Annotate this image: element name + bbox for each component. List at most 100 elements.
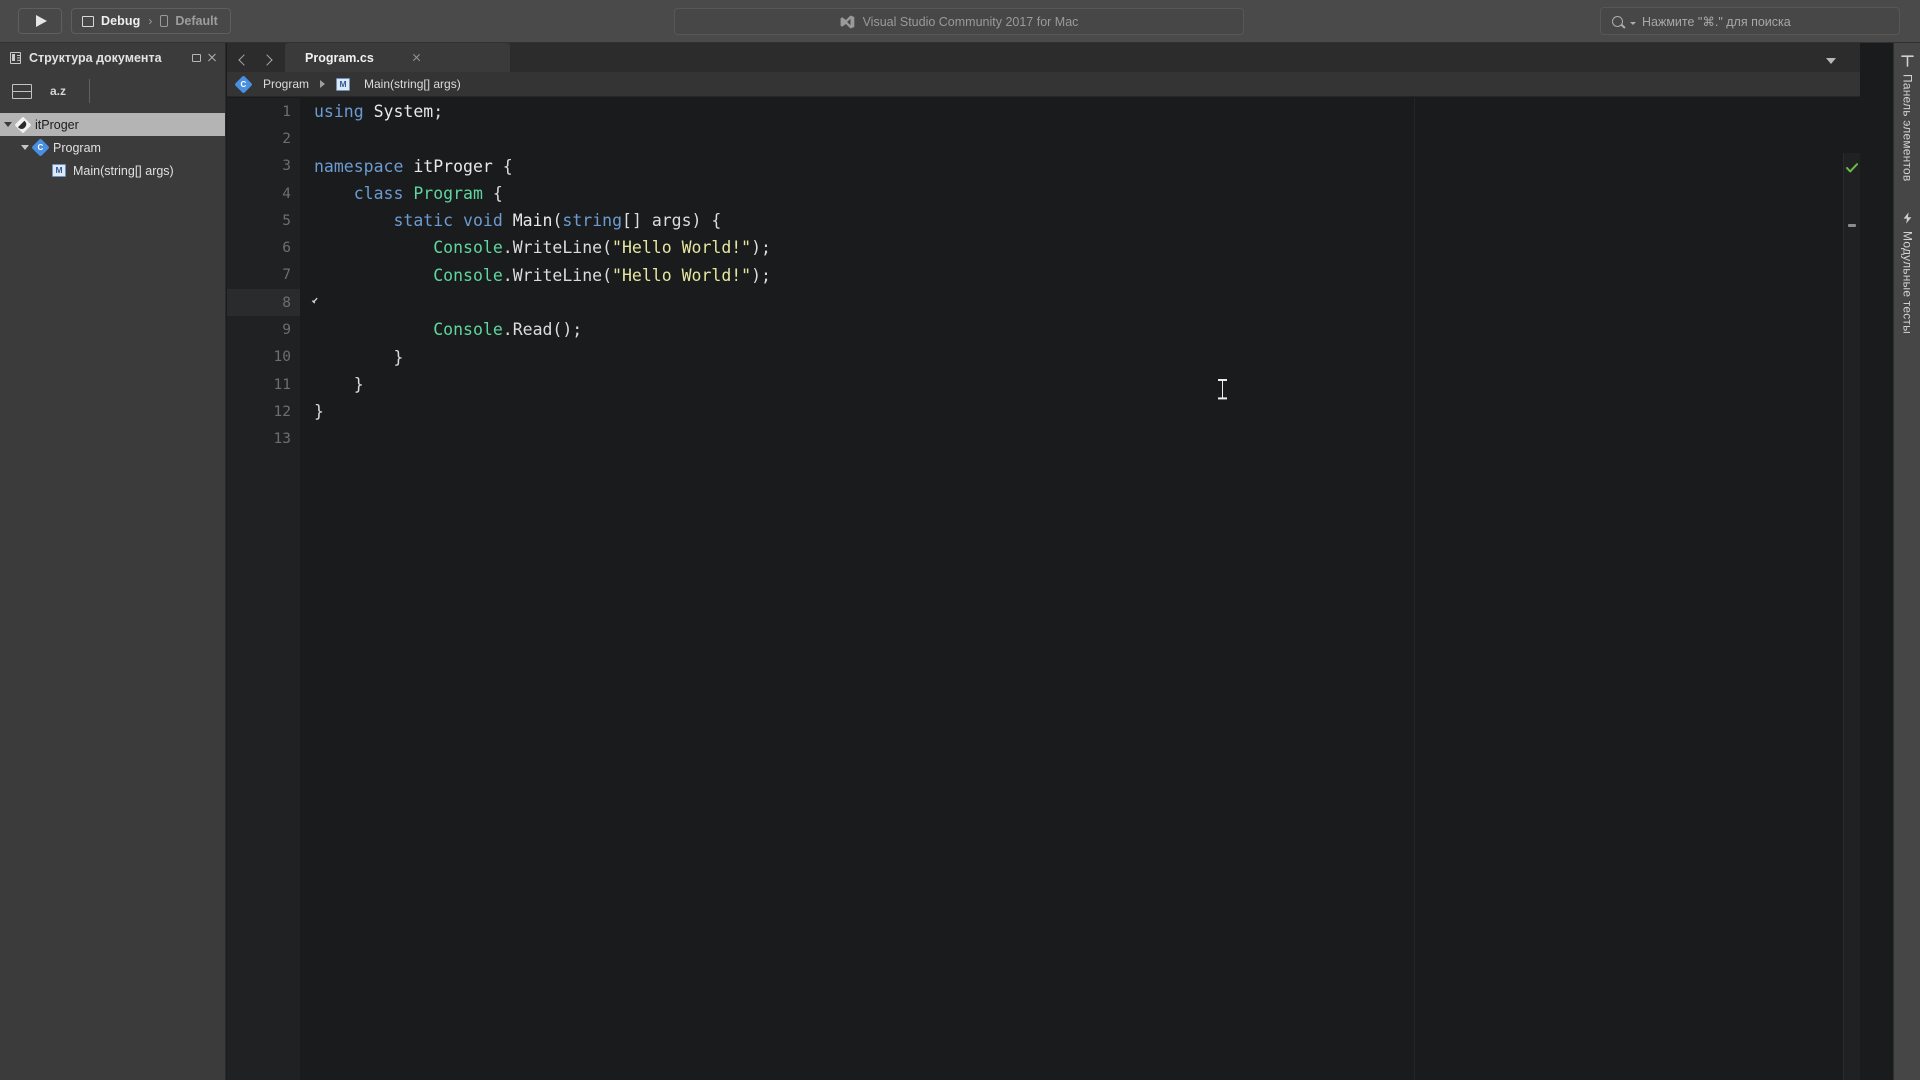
code-line-6[interactable]: Console.WriteLine("Hello World!"); bbox=[314, 234, 1860, 261]
chevron-down-icon[interactable] bbox=[4, 122, 12, 127]
sort-alphabetical-button[interactable]: a.z bbox=[50, 84, 66, 98]
method-icon-letter: M bbox=[339, 78, 347, 89]
code-token: void bbox=[463, 211, 503, 231]
close-icon[interactable] bbox=[207, 53, 217, 63]
config-separator: › bbox=[148, 14, 153, 28]
document-outline-pad: Структура документа a.z itProger C Program… bbox=[0, 43, 226, 1080]
play-icon bbox=[36, 15, 47, 27]
configuration-selector[interactable]: Debug › Default bbox=[71, 8, 231, 34]
class-icon: C bbox=[234, 74, 253, 94]
code-line-3[interactable]: namespace itProger { bbox=[314, 153, 1860, 180]
editor-tab-program-cs[interactable]: Program.cs bbox=[285, 43, 510, 72]
collapse-marker-icon bbox=[1848, 224, 1856, 227]
chevron-right-icon[interactable] bbox=[263, 54, 271, 66]
code-line-1[interactable]: using System; bbox=[314, 98, 1860, 125]
code-token: Console bbox=[433, 265, 503, 285]
code-line-12[interactable]: } bbox=[314, 398, 1860, 425]
outline-item-main-string-args[interactable]: M Main(string[] args) bbox=[0, 159, 225, 182]
line-number-6[interactable]: 6 bbox=[227, 234, 300, 261]
outline-item-label: Main(string[] args) bbox=[73, 163, 174, 178]
run-button[interactable] bbox=[18, 8, 62, 34]
code-lines[interactable]: using System; namespace itProger { class… bbox=[300, 98, 1860, 1080]
code-line-10[interactable]: } bbox=[314, 344, 1860, 371]
line-number-13[interactable]: 13 bbox=[227, 426, 300, 453]
build-configuration-label: Debug bbox=[101, 14, 141, 28]
outline-item-label: Program bbox=[53, 140, 101, 155]
line-number-8[interactable]: 8 bbox=[227, 289, 318, 317]
line-number-7[interactable]: 7 bbox=[227, 262, 300, 289]
code-line-7[interactable]: Console.WriteLine("Hello World!"); bbox=[314, 262, 1860, 289]
code-token: } bbox=[314, 374, 364, 394]
lightning-icon bbox=[1903, 211, 1912, 224]
chevron-down-icon bbox=[1630, 21, 1636, 25]
code-line-13[interactable] bbox=[314, 426, 1860, 453]
chevron-down-icon[interactable] bbox=[21, 145, 29, 150]
line-number-2[interactable]: 2 bbox=[227, 125, 300, 152]
line-number-9[interactable]: 9 bbox=[227, 316, 300, 343]
device-label: Default bbox=[175, 14, 218, 28]
code-token: namespace bbox=[314, 156, 404, 176]
line-number-5[interactable]: 5 bbox=[227, 207, 300, 234]
namespace-icon bbox=[14, 116, 32, 133]
code-token: static bbox=[393, 211, 454, 231]
code-line-4[interactable]: class Program { bbox=[314, 180, 1860, 207]
code-editor[interactable]: 1 2 3 4 5 6 7 8 9 10 11 12 13 using System; namespac… bbox=[227, 98, 1860, 1080]
code-token: System bbox=[373, 102, 434, 121]
breadcrumb-item-class[interactable]: Program bbox=[263, 77, 309, 91]
right-pad-tabs: Панель элементов Модульные тесты bbox=[1893, 43, 1920, 1080]
editor-area: Program.cs C Program M Main(string[] arg… bbox=[227, 43, 1860, 1080]
window-icon bbox=[82, 15, 94, 27]
class-icon: C bbox=[31, 138, 50, 157]
line-number-1[interactable]: 1 bbox=[227, 98, 300, 125]
title-status-bar: Visual Studio Community 2017 for Mac bbox=[674, 8, 1244, 35]
method-icon-letter: M bbox=[55, 165, 63, 176]
code-token: Console bbox=[433, 238, 503, 258]
line-number-gutter: 1 2 3 4 5 6 7 8 9 10 11 12 13 bbox=[227, 98, 318, 1080]
main-toolbar: Debug › Default Visual Studio Community … bbox=[0, 0, 1920, 43]
code-token: { bbox=[482, 183, 503, 203]
breadcrumb: C Program M Main(string[] args) bbox=[227, 72, 1860, 97]
restore-window-icon[interactable] bbox=[192, 54, 201, 62]
document-outline-icon bbox=[10, 51, 23, 65]
line-number-4[interactable]: 4 bbox=[227, 180, 300, 207]
outline-item-program[interactable]: C Program bbox=[0, 136, 225, 159]
code-line-2[interactable] bbox=[314, 125, 1860, 152]
breadcrumb-item-method[interactable]: Main(string[] args) bbox=[364, 77, 461, 91]
search-placeholder: Нажмите "⌘." для поиска bbox=[1642, 14, 1791, 29]
code-token: } bbox=[314, 347, 404, 367]
code-line-8[interactable] bbox=[314, 289, 1860, 316]
code-token: ( bbox=[552, 211, 563, 231]
code-line-11[interactable]: } bbox=[314, 371, 1860, 398]
editor-overview-scrollbar[interactable] bbox=[1843, 153, 1860, 1080]
line-number-11[interactable]: 11 bbox=[227, 371, 300, 398]
code-token: Main bbox=[512, 211, 553, 231]
code-token: { bbox=[492, 156, 513, 176]
method-icon: M bbox=[52, 164, 66, 177]
code-line-9[interactable]: Console.Read(); bbox=[314, 316, 1860, 343]
class-icon-letter: C bbox=[37, 142, 44, 152]
outline-item-itproger[interactable]: itProger bbox=[0, 113, 225, 136]
line-number-10[interactable]: 10 bbox=[227, 344, 300, 371]
close-icon[interactable] bbox=[412, 53, 421, 62]
code-line-5[interactable]: static void Main(string[] args) { bbox=[314, 207, 1860, 234]
search-icon bbox=[1612, 15, 1623, 27]
pad-tab-toolbox[interactable]: Панель элементов bbox=[1894, 43, 1920, 182]
group-icon[interactable] bbox=[12, 84, 32, 99]
outline-tree: itProger C Program M Main(string[] args) bbox=[0, 109, 225, 182]
chevron-down-icon[interactable] bbox=[1826, 58, 1836, 64]
code-token: string bbox=[562, 211, 623, 231]
editor-navigation bbox=[227, 54, 285, 72]
chevron-left-icon[interactable] bbox=[239, 54, 247, 66]
line-number-12[interactable]: 12 bbox=[227, 398, 300, 425]
code-token: } bbox=[314, 402, 324, 422]
line-number-3[interactable]: 3 bbox=[227, 153, 300, 180]
document-outline-toolbar: a.z bbox=[0, 73, 225, 109]
global-search-box[interactable]: Нажмите "⌘." для поиска bbox=[1600, 7, 1900, 35]
pad-tab-unit-tests[interactable]: Модульные тесты bbox=[1894, 182, 1920, 333]
